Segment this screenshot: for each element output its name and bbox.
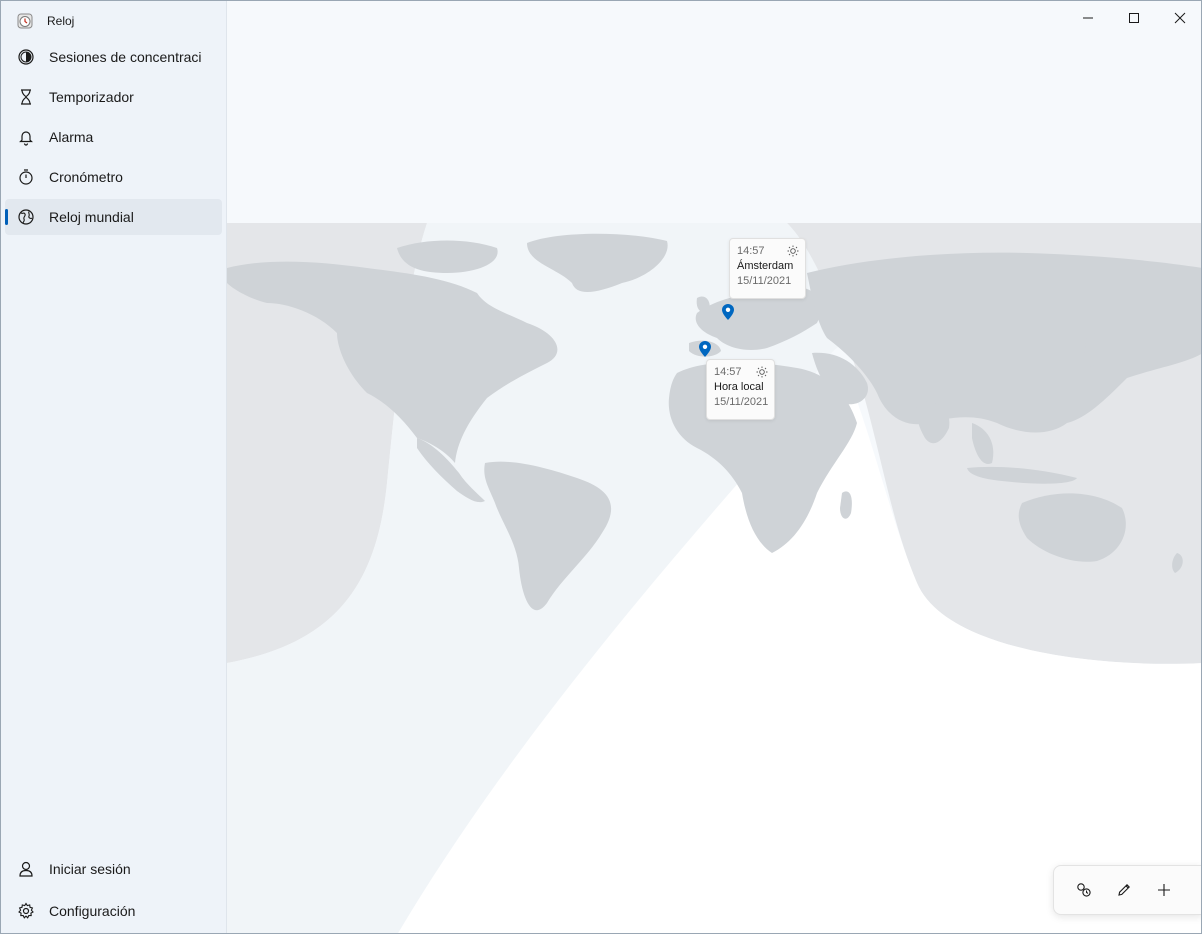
nav-item-label: Sesiones de concentración [49, 49, 201, 65]
world-clock-toolbar [1053, 865, 1201, 915]
stopwatch-icon [17, 168, 35, 186]
app-title: Reloj [47, 14, 75, 28]
close-button[interactable] [1157, 1, 1201, 35]
globe-icon [17, 208, 35, 226]
world-map-graphic [227, 223, 1201, 933]
city-date: 15/11/2021 [714, 396, 769, 408]
nav-item-label: Reloj mundial [49, 209, 134, 225]
nav-item-sign-in[interactable]: Iniciar sesión [5, 851, 222, 887]
location-pin-amsterdam[interactable] [722, 304, 734, 320]
nav-item-timer[interactable]: Temporizador [5, 79, 222, 115]
pencil-icon [1118, 884, 1130, 896]
nav-item-stopwatch[interactable]: Cronómetro [5, 159, 222, 195]
city-card-local[interactable]: 14:57 Hora local 15/11/2021 [706, 359, 775, 420]
world-map[interactable]: 14:57 Ámsterdam 15/11/2021 14:57 Hora lo… [227, 223, 1201, 933]
sun-icon [787, 245, 799, 257]
hourglass-icon [17, 88, 35, 106]
city-name: Ámsterdam [737, 260, 794, 272]
window-controls [1065, 1, 1201, 35]
edit-button[interactable] [1104, 872, 1144, 908]
gear-icon [17, 902, 35, 920]
nav-item-label: Alarma [49, 129, 94, 145]
compare-button[interactable] [1064, 872, 1104, 908]
nav-item-world-clock[interactable]: Reloj mundial [5, 199, 222, 235]
clock-app-icon [17, 13, 33, 29]
nav-list: Sesiones de concentración Temporizador A… [5, 39, 222, 239]
bell-icon [17, 128, 35, 146]
sun-icon [756, 366, 768, 378]
nav-item-focus-sessions[interactable]: Sesiones de concentración [5, 39, 222, 75]
nav-item-label: Temporizador [49, 89, 134, 105]
nav-item-alarm[interactable]: Alarma [5, 119, 222, 155]
nav-item-label: Cronómetro [49, 169, 123, 185]
clock-window: Reloj Sesiones de concentración Temporiz… [0, 0, 1202, 934]
world-clock-page: 14:57 Ámsterdam 15/11/2021 14:57 Hora lo… [227, 1, 1201, 933]
maximize-button[interactable] [1111, 1, 1157, 35]
nav-item-label: Iniciar sesión [49, 861, 131, 877]
compare-icon [1077, 883, 1091, 897]
location-pin-local[interactable] [699, 341, 711, 357]
city-date: 15/11/2021 [737, 275, 792, 287]
add-city-button[interactable] [1144, 872, 1184, 908]
close-icon [1174, 12, 1186, 24]
nav-item-settings[interactable]: Configuración [5, 893, 222, 929]
focus-icon [17, 48, 35, 66]
title-bar: Reloj [17, 11, 74, 31]
minimize-button[interactable] [1065, 1, 1111, 35]
maximize-icon [1129, 13, 1139, 23]
city-name: Hora local [714, 381, 764, 393]
city-card-amsterdam[interactable]: 14:57 Ámsterdam 15/11/2021 [729, 238, 806, 299]
nav-item-label: Configuración [49, 903, 136, 919]
navigation-pane: Reloj Sesiones de concentración Temporiz… [1, 1, 227, 933]
plus-icon [1158, 884, 1170, 896]
nav-footer: Iniciar sesión Configuración [5, 851, 222, 933]
person-icon [17, 860, 35, 878]
minimize-icon [1083, 17, 1093, 19]
